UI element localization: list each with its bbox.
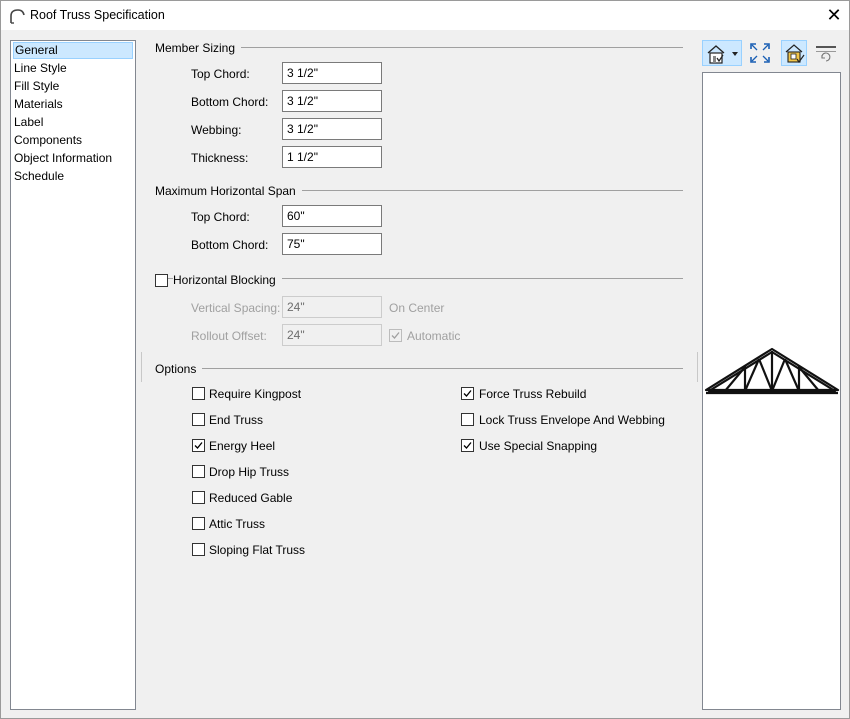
bottom-chord-span-input[interactable]: 75" (282, 233, 382, 255)
bottom-chord-size-input[interactable]: 3 1/2" (282, 90, 382, 112)
lock-truss-envelope-checkbox[interactable] (461, 413, 474, 426)
sloping-flat-truss-label: Sloping Flat Truss (209, 543, 306, 557)
drop-hip-truss-label: Drop Hip Truss (209, 465, 290, 479)
sloping-flat-truss-checkbox[interactable] (192, 543, 205, 556)
top-chord-size-input[interactable]: 3 1/2" (282, 62, 382, 84)
top-chord-span-input[interactable]: 60" (282, 205, 382, 227)
arc-icon (10, 9, 25, 24)
options-title: Options (155, 362, 203, 376)
use-special-snapping-checkbox[interactable] (461, 439, 474, 452)
energy-heel-checkbox[interactable] (192, 439, 205, 452)
drop-hip-truss-checkbox[interactable] (192, 465, 205, 478)
webbing-size-input[interactable]: 3 1/2" (282, 118, 382, 140)
nav-item-label[interactable]: Label (13, 114, 133, 131)
truss-diagram-icon (704, 347, 840, 395)
nav-item-general[interactable]: General (13, 42, 133, 59)
energy-heel-label: Energy Heel (209, 439, 276, 453)
checkmark-icon (391, 332, 400, 339)
use-special-snapping-label: Use Special Snapping (479, 439, 598, 453)
lock-truss-envelope-label: Lock Truss Envelope And Webbing (479, 413, 665, 427)
reduced-gable-checkbox[interactable] (192, 491, 205, 504)
thickness-input[interactable]: 1 1/2" (282, 146, 382, 168)
on-center-label: On Center (389, 301, 445, 315)
window-title: Roof Truss Specification (30, 8, 165, 22)
reset-view-icon (816, 46, 836, 62)
force-truss-rebuild-label: Force Truss Rebuild (479, 387, 587, 401)
vertical-spacing-input[interactable]: 24" (282, 296, 382, 318)
horizontal-blocking-title: Horizontal Blocking (173, 273, 282, 287)
fit-to-window-button[interactable] (747, 40, 773, 66)
max-span-title: Maximum Horizontal Span (155, 184, 302, 198)
options-divider (155, 368, 683, 369)
rollout-offset-label: Rollout Offset: (191, 329, 267, 343)
nav-item-components[interactable]: Components (13, 132, 133, 149)
bottom-chord-size-label: Bottom Chord: (191, 95, 269, 109)
truss-preview[interactable] (702, 72, 841, 710)
vertical-spacing-label: Vertical Spacing: (191, 301, 281, 315)
nav-item-object-information[interactable]: Object Information (13, 150, 133, 167)
reduced-gable-label: Reduced Gable (209, 491, 293, 505)
top-chord-size-label: Top Chord: (191, 67, 250, 81)
member-sizing-title: Member Sizing (155, 41, 242, 55)
automatic-checkbox[interactable] (389, 329, 402, 342)
right-splitter-handle[interactable] (697, 352, 698, 382)
horizontal-blocking-checkbox[interactable] (155, 274, 168, 287)
checkmark-icon (463, 390, 472, 397)
close-icon[interactable]: ✕ (820, 2, 848, 28)
checkmark-icon (463, 442, 472, 449)
nav-item-materials[interactable]: Materials (13, 96, 133, 113)
show-materials-icon (785, 44, 805, 64)
attic-truss-checkbox[interactable] (192, 517, 205, 530)
title-bar: Roof Truss Specification ✕ (0, 0, 850, 31)
thickness-label: Thickness: (191, 151, 249, 165)
rollout-offset-input[interactable]: 24" (282, 324, 382, 346)
bottom-chord-span-label: Bottom Chord: (191, 238, 269, 252)
end-truss-label: End Truss (209, 413, 264, 427)
require-kingpost-checkbox[interactable] (192, 387, 205, 400)
require-kingpost-label: Require Kingpost (209, 387, 302, 401)
automatic-label: Automatic (407, 329, 461, 343)
nav-item-schedule[interactable]: Schedule (13, 168, 133, 185)
webbing-size-label: Webbing: (191, 123, 242, 137)
nav-item-fill-style[interactable]: Fill Style (13, 78, 133, 95)
top-chord-span-label: Top Chord: (191, 210, 250, 224)
house-view-dropdown-icon (707, 45, 738, 64)
end-truss-checkbox[interactable] (192, 413, 205, 426)
attic-truss-label: Attic Truss (209, 517, 266, 531)
fit-to-window-icon (750, 43, 770, 63)
reset-view-button[interactable] (813, 40, 839, 66)
left-splitter-handle[interactable] (141, 352, 142, 382)
category-list: General Line Style Fill Style Materials … (10, 40, 136, 710)
force-truss-rebuild-checkbox[interactable] (461, 387, 474, 400)
show-materials-button[interactable] (781, 40, 807, 66)
house-view-dropdown-button[interactable] (702, 40, 742, 66)
nav-item-line-style[interactable]: Line Style (13, 60, 133, 77)
checkmark-icon (194, 442, 203, 449)
